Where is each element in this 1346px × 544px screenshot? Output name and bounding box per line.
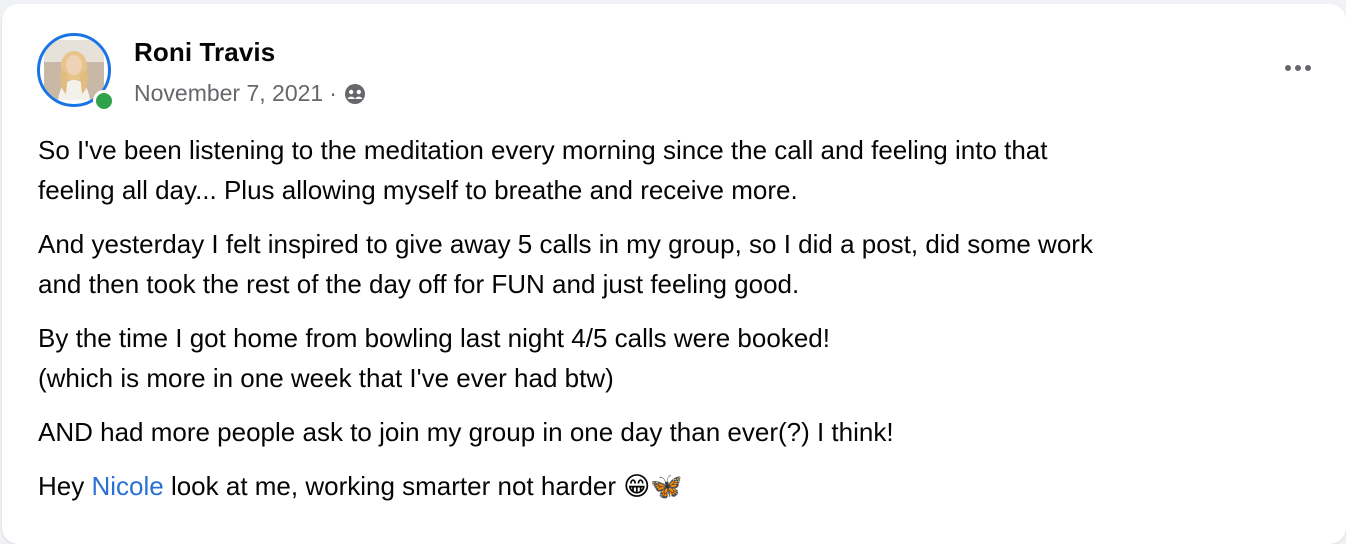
text-line: And yesterday I felt inspired to give aw… bbox=[38, 229, 1093, 259]
post-date[interactable]: November 7, 2021 bbox=[134, 80, 323, 107]
paragraph: By the time I got home from bowling last… bbox=[38, 318, 1318, 398]
more-dot bbox=[1285, 65, 1291, 71]
paragraph: Hey Nicole look at me, working smarter n… bbox=[38, 466, 1318, 506]
text-line: and then took the rest of the day off fo… bbox=[38, 269, 800, 299]
emoji-group: 😁🦋 bbox=[623, 471, 683, 501]
text-line: By the time I got home from bowling last… bbox=[38, 323, 830, 353]
paragraph: AND had more people ask to join my group… bbox=[38, 412, 1318, 452]
post-body: So I've been listening to the meditation… bbox=[38, 130, 1318, 520]
paragraph: So I've been listening to the meditation… bbox=[38, 130, 1318, 210]
more-options-button[interactable] bbox=[1278, 56, 1318, 80]
text-fragment: look at me, working smarter not harder bbox=[163, 471, 624, 501]
text-line: (which is more in one week that I've eve… bbox=[38, 363, 614, 393]
text-line: feeling all day... Plus allowing myself … bbox=[38, 175, 798, 205]
meta-separator: · bbox=[329, 80, 337, 106]
more-dot bbox=[1295, 65, 1301, 71]
group-members-icon[interactable] bbox=[343, 82, 367, 106]
text-line: AND had more people ask to join my group… bbox=[38, 417, 894, 447]
text-fragment: Hey bbox=[38, 471, 92, 501]
mention-link[interactable]: Nicole bbox=[91, 471, 163, 501]
author-name[interactable]: Roni Travis bbox=[134, 37, 275, 68]
text-line: So I've been listening to the meditation… bbox=[38, 135, 1048, 165]
post-meta: November 7, 2021 · bbox=[134, 80, 367, 107]
more-dot bbox=[1305, 65, 1311, 71]
paragraph: And yesterday I felt inspired to give aw… bbox=[38, 224, 1318, 304]
post-card: Roni Travis November 7, 2021 · So I've b… bbox=[2, 4, 1346, 544]
profile-photo bbox=[44, 40, 104, 100]
online-status-indicator bbox=[93, 90, 115, 112]
